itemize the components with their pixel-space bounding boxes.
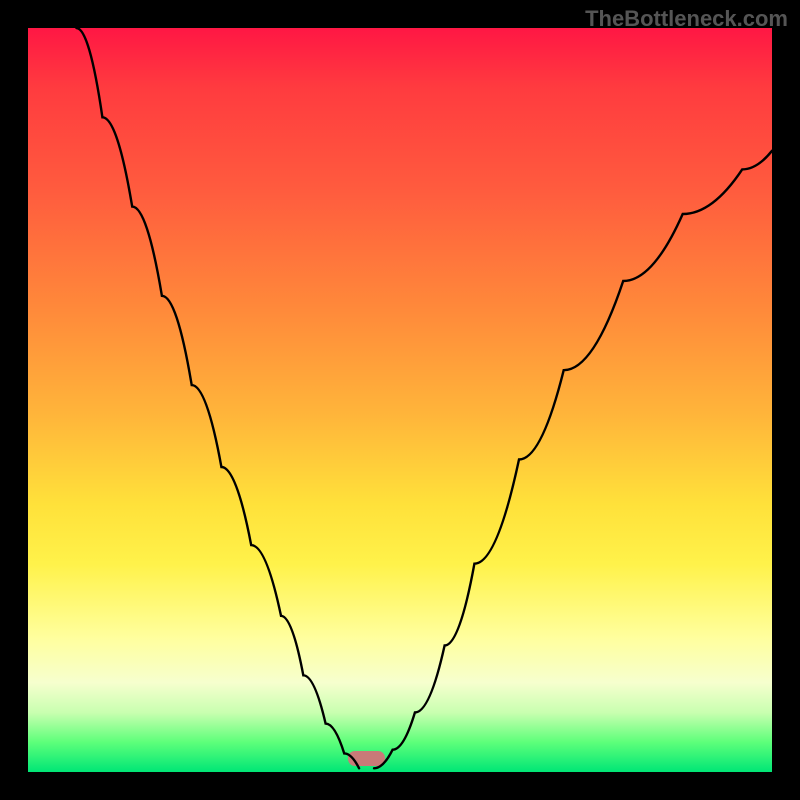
chart-frame: TheBottleneck.com	[0, 0, 800, 800]
bottleneck-curve	[28, 28, 772, 772]
curve-right-branch	[374, 151, 772, 769]
watermark-text: TheBottleneck.com	[585, 6, 788, 32]
curve-left-branch	[76, 28, 359, 768]
plot-area	[28, 28, 772, 772]
